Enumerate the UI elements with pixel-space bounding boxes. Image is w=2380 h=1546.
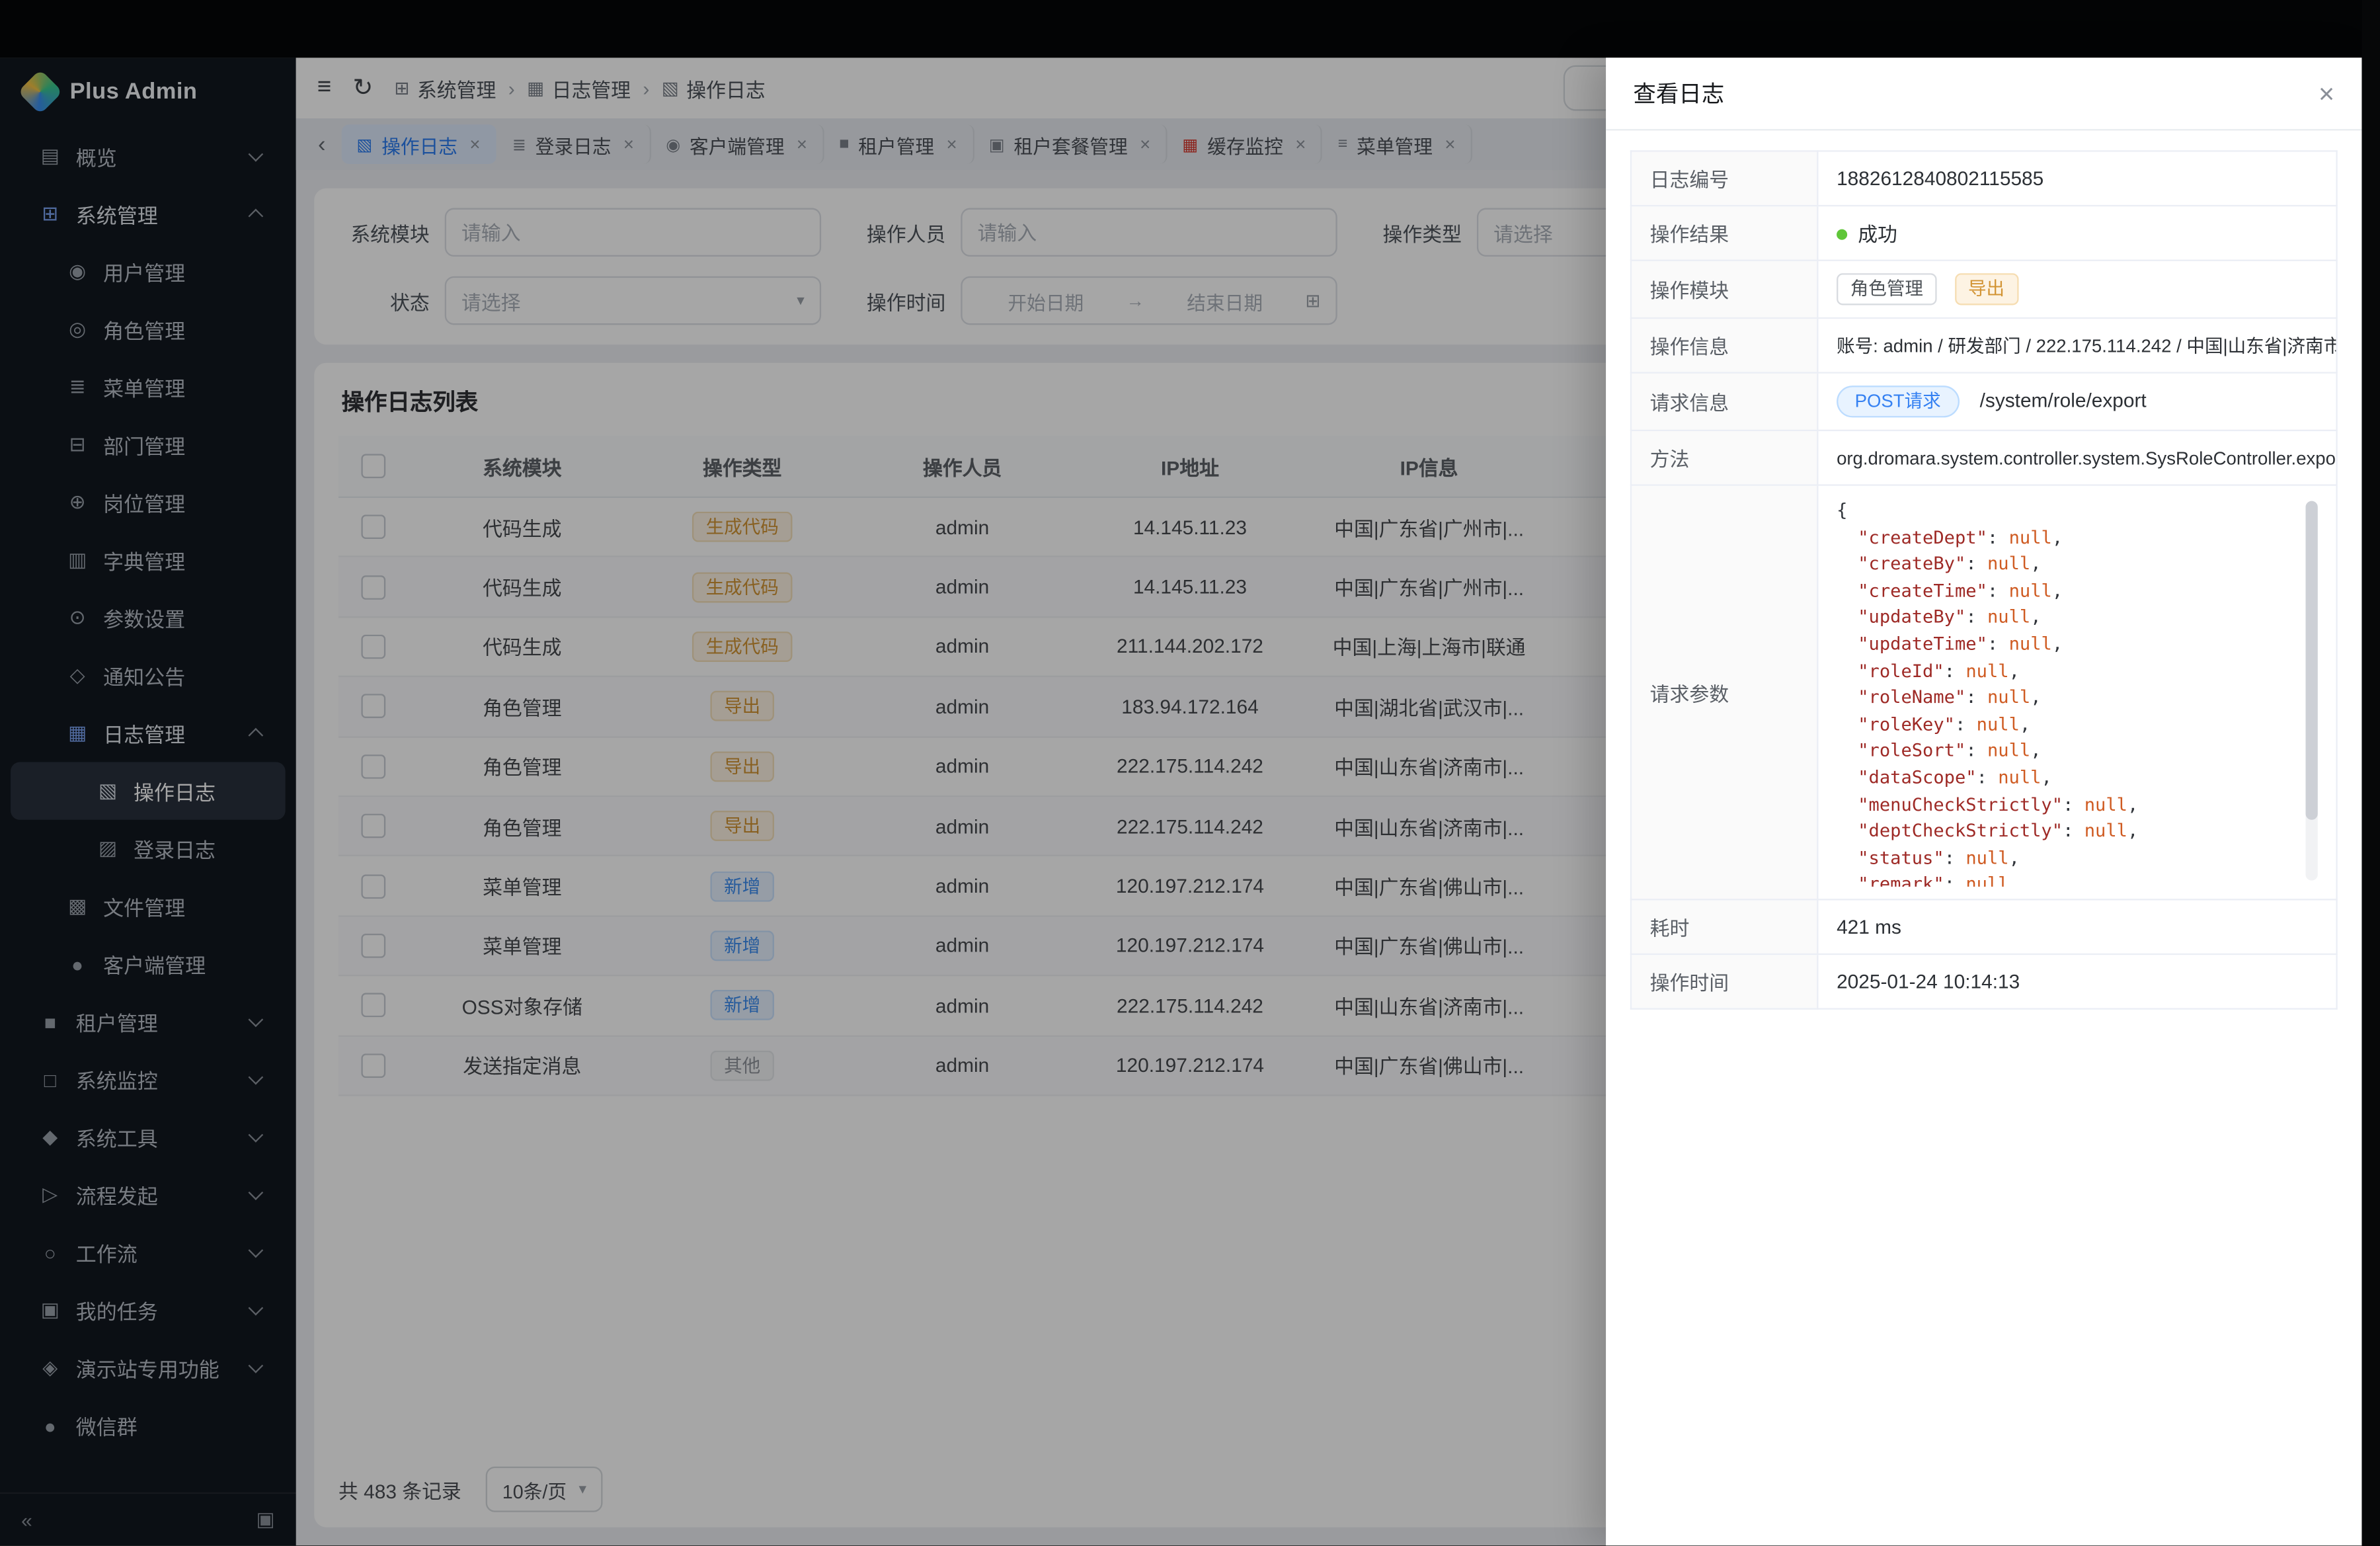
detail-row-module: 操作模块 角色管理 导出: [1631, 261, 2337, 318]
request-value: POST请求 /system/role/export: [1817, 373, 2336, 430]
duration-value: 421 ms: [1817, 899, 2336, 954]
module-value: 角色管理 导出: [1817, 261, 2336, 318]
result-value: 成功: [1817, 206, 2336, 261]
detail-row-result: 操作结果 成功: [1631, 206, 2337, 261]
request-url: /system/role/export: [1980, 389, 2147, 411]
post-method-tag: POST请求: [1837, 386, 1959, 417]
detail-row-time: 操作时间 2025-01-24 10:14:13: [1631, 954, 2337, 1009]
detail-row-duration: 耗时 421 ms: [1631, 899, 2337, 954]
detail-row-info: 操作信息 账号: admin / 研发部门 / 222.175.114.242 …: [1631, 318, 2337, 373]
window-right-strip: [2361, 0, 2380, 1545]
operation-time-value: 2025-01-24 10:14:13: [1817, 954, 2336, 1009]
log-id-value: 1882612840802115585: [1817, 151, 2336, 206]
close-icon[interactable]: ×: [2319, 80, 2334, 107]
info-value: 账号: admin / 研发部门 / 222.175.114.242 / 中国|…: [1817, 318, 2336, 373]
params-value: { createDept: null, createBy: null, crea…: [1817, 485, 2336, 900]
view-log-drawer: 查看日志 × 日志编号 1882612840802115585 操作结果 成功 …: [1606, 58, 2361, 1545]
action-tag: 导出: [1954, 273, 2018, 305]
detail-row-method: 方法 org.dromara.system.controller.system.…: [1631, 430, 2337, 485]
screen: Plus Admin ▤ 概览 ⊞ 系统管理 ◉ 用户管理 ◎: [0, 0, 2380, 1545]
drawer-body: 日志编号 1882612840802115585 操作结果 成功 操作模块 角色…: [1606, 130, 2361, 1029]
log-detail-table: 日志编号 1882612840802115585 操作结果 成功 操作模块 角色…: [1630, 150, 2338, 1009]
drawer-header: 查看日志 ×: [1606, 58, 2361, 130]
request-params-code[interactable]: { createDept: null, createBy: null, crea…: [1837, 498, 2318, 887]
drawer-title: 查看日志: [1633, 77, 1724, 109]
detail-row-request: 请求信息 POST请求 /system/role/export: [1631, 373, 2337, 430]
detail-row-log-id: 日志编号 1882612840802115585: [1631, 151, 2337, 206]
method-value: org.dromara.system.controller.system.Sys…: [1817, 430, 2336, 485]
code-scrollbar-thumb[interactable]: [2306, 501, 2318, 820]
module-tag: 角色管理: [1837, 273, 1937, 305]
success-dot-icon: [1837, 229, 1847, 240]
detail-row-params: 请求参数 { createDept: null, createBy: null,…: [1631, 485, 2337, 900]
